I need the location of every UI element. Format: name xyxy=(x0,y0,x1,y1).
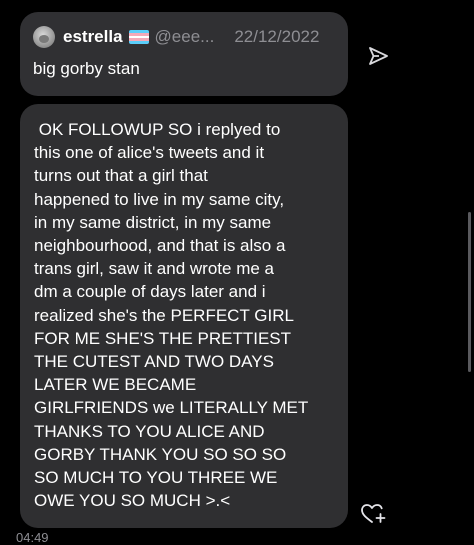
message-line: OWE YOU SO MUCH >.< xyxy=(34,491,231,511)
send-icon[interactable] xyxy=(366,44,390,68)
message-line: THANKS TO YOU ALICE AND xyxy=(34,421,265,441)
message-line: turns out that a girl that xyxy=(34,166,208,186)
shared-tweet-text: big gorby stan xyxy=(33,59,140,78)
message-line: OK FOLLOWUP SO i replyed to xyxy=(34,120,281,139)
message-timestamp: 04:49 xyxy=(16,530,49,545)
message-line: FOR ME SHE'S THE PRETTIEST xyxy=(34,328,292,348)
message-line: dm a couple of days later and i xyxy=(34,282,266,302)
message-line: in my same district, in my same xyxy=(34,212,272,232)
message-line: LATER WE BECAME xyxy=(34,375,197,395)
scrollbar[interactable] xyxy=(468,212,471,372)
message-line: THE CUTEST AND TWO DAYS xyxy=(34,352,274,372)
add-reaction-heart-icon[interactable] xyxy=(360,502,388,526)
tweet-date: 22/12/2022 xyxy=(234,27,320,46)
flag-stripe xyxy=(128,41,149,44)
message-line: trans girl, saw it and wrote me a xyxy=(34,259,274,279)
message-text: OK FOLLOWUP SO i replyed to this one of a… xyxy=(34,118,334,512)
trans-flag-icon xyxy=(128,30,149,44)
dm-conversation-screen: estrella @eee... 22/12/2022 big gorby st… xyxy=(0,0,474,545)
display-name[interactable]: estrella xyxy=(63,27,123,47)
message-bubble: OK FOLLOWUP SO i replyed to this one of a… xyxy=(20,104,348,528)
message-line: GIRLFRIENDS we LITERALLY MET xyxy=(34,398,309,418)
message-line: happened to live in my same city, xyxy=(34,189,285,209)
message-line: realized she's the PERFECT GIRL xyxy=(34,305,294,325)
message-line: this one of alice's tweets and it xyxy=(34,143,265,163)
handle: @eee... xyxy=(154,27,215,46)
shared-tweet-card[interactable]: estrella @eee... 22/12/2022 big gorby st… xyxy=(20,12,348,96)
message-line: neighbourhood, and that is also a xyxy=(34,236,286,256)
avatar[interactable] xyxy=(33,26,55,48)
message-line: SO MUCH TO YOU THREE WE xyxy=(34,468,278,488)
message-line: GORBY THANK YOU SO SO SO xyxy=(34,444,287,464)
shared-tweet-header: estrella @eee... 22/12/2022 xyxy=(33,26,319,48)
